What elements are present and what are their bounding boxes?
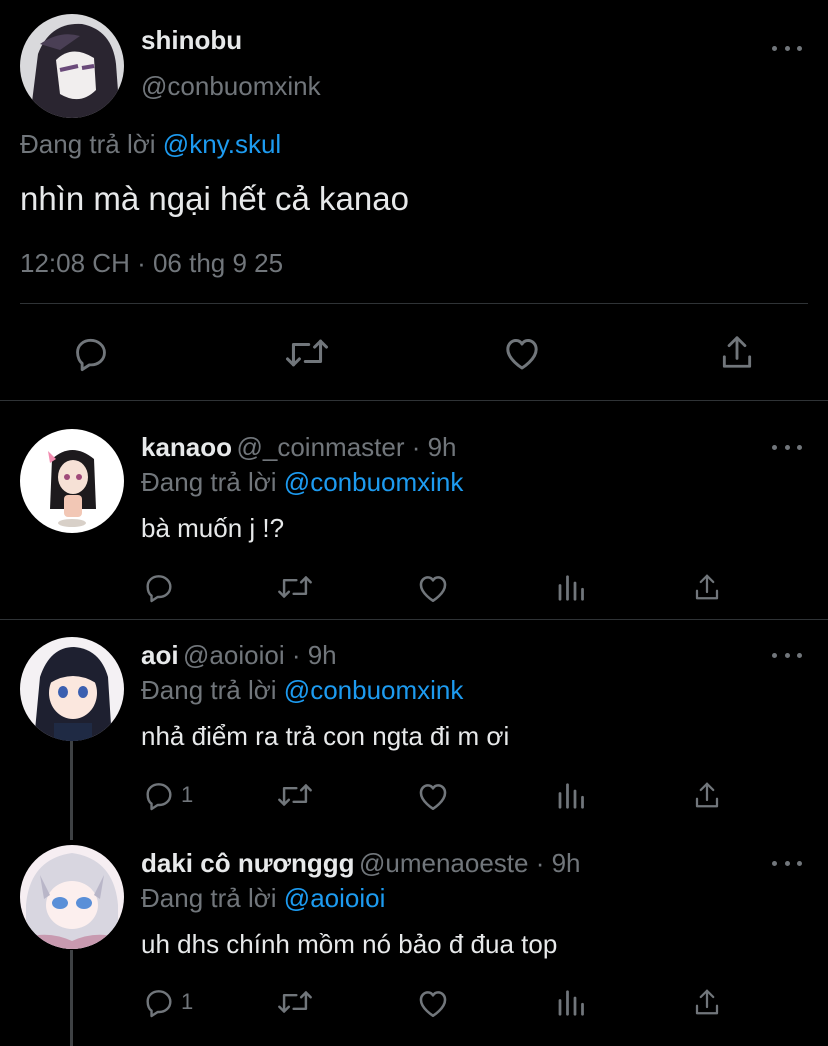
retweet-icon[interactable] xyxy=(285,334,329,372)
divider xyxy=(20,303,808,304)
avatar-daki[interactable] xyxy=(20,845,124,949)
tweet-text: uh dhs chính mồm nó bảo đ đua top xyxy=(141,929,558,959)
analytics-icon[interactable] xyxy=(555,988,585,1018)
replying-to-link[interactable]: @kny.skul xyxy=(163,129,281,159)
replying-to-line: Đang trả lời @aoioioi xyxy=(141,883,385,914)
main-display-name[interactable]: shinobu xyxy=(141,25,242,56)
avatar-kanaoo[interactable] xyxy=(20,429,124,533)
replying-prefix: Đang trả lời xyxy=(20,129,156,159)
tweet-text: nhìn mà ngại hết cả kanao xyxy=(20,180,409,217)
like-icon[interactable] xyxy=(416,780,450,812)
reply-count: 1 xyxy=(181,782,194,807)
main-handle[interactable]: @conbuomxink xyxy=(141,71,321,102)
replying-to-link[interactable]: @conbuomxink xyxy=(284,675,464,705)
reply-header: aoi @aoioioi · 9h xyxy=(141,640,337,671)
more-icon[interactable] xyxy=(772,650,802,660)
share-icon[interactable] xyxy=(692,986,722,1018)
tweet-text: nhả điểm ra trả con ngta đi m ơi xyxy=(141,721,510,751)
like-icon[interactable] xyxy=(502,334,542,372)
avatar-shinobu[interactable] xyxy=(20,14,124,118)
display-name[interactable]: daki cô nươnggg xyxy=(141,848,355,878)
replying-to-line: Đang trả lời @conbuomxink xyxy=(141,467,463,498)
avatar-aoi[interactable] xyxy=(20,637,124,741)
replying-prefix: Đang trả lời xyxy=(141,467,277,497)
replying-to-line: Đang trả lời @kny.skul xyxy=(20,129,281,160)
more-icon[interactable] xyxy=(772,442,802,452)
share-icon[interactable] xyxy=(718,332,756,372)
retweet-icon[interactable] xyxy=(276,987,314,1017)
reply-icon[interactable]: 1 xyxy=(143,986,193,1018)
analytics-icon[interactable] xyxy=(555,781,585,811)
like-icon[interactable] xyxy=(416,572,450,604)
replying-to-link[interactable]: @aoioioi xyxy=(284,883,386,913)
retweet-icon[interactable] xyxy=(276,572,314,602)
more-icon[interactable] xyxy=(772,858,802,868)
reply-icon[interactable]: 1 xyxy=(143,779,193,811)
divider xyxy=(0,619,828,620)
handle[interactable]: @aoioioi · 9h xyxy=(183,640,337,670)
retweet-icon[interactable] xyxy=(276,780,314,810)
replying-prefix: Đang trả lời xyxy=(141,883,277,913)
replying-to-link[interactable]: @conbuomxink xyxy=(284,467,464,497)
reply-header: daki cô nươnggg @umenaoeste · 9h xyxy=(141,848,581,879)
tweet-text: bà muốn j !? xyxy=(141,513,285,543)
like-icon[interactable] xyxy=(416,987,450,1019)
replying-prefix: Đang trả lời xyxy=(141,675,277,705)
replying-to-line: Đang trả lời @conbuomxink xyxy=(141,675,463,706)
share-icon[interactable] xyxy=(692,779,722,811)
reply-header: kanaoo @_coinmaster · 9h xyxy=(141,432,457,463)
tweet-timestamp[interactable]: 12:08 CH · 06 thg 9 25 xyxy=(20,248,283,279)
more-icon[interactable] xyxy=(772,43,802,53)
handle[interactable]: @_coinmaster · 9h xyxy=(236,432,456,462)
reply-count: 1 xyxy=(181,989,194,1014)
reply-icon[interactable] xyxy=(72,334,110,372)
divider xyxy=(0,400,828,401)
thread-connector xyxy=(70,741,73,840)
share-icon[interactable] xyxy=(692,571,722,603)
handle[interactable]: @umenaoeste · 9h xyxy=(359,848,581,878)
thread-connector xyxy=(70,950,73,1046)
analytics-icon[interactable] xyxy=(555,573,585,603)
reply-icon[interactable] xyxy=(143,571,175,603)
display-name[interactable]: aoi xyxy=(141,640,179,670)
display-name[interactable]: kanaoo xyxy=(141,432,232,462)
